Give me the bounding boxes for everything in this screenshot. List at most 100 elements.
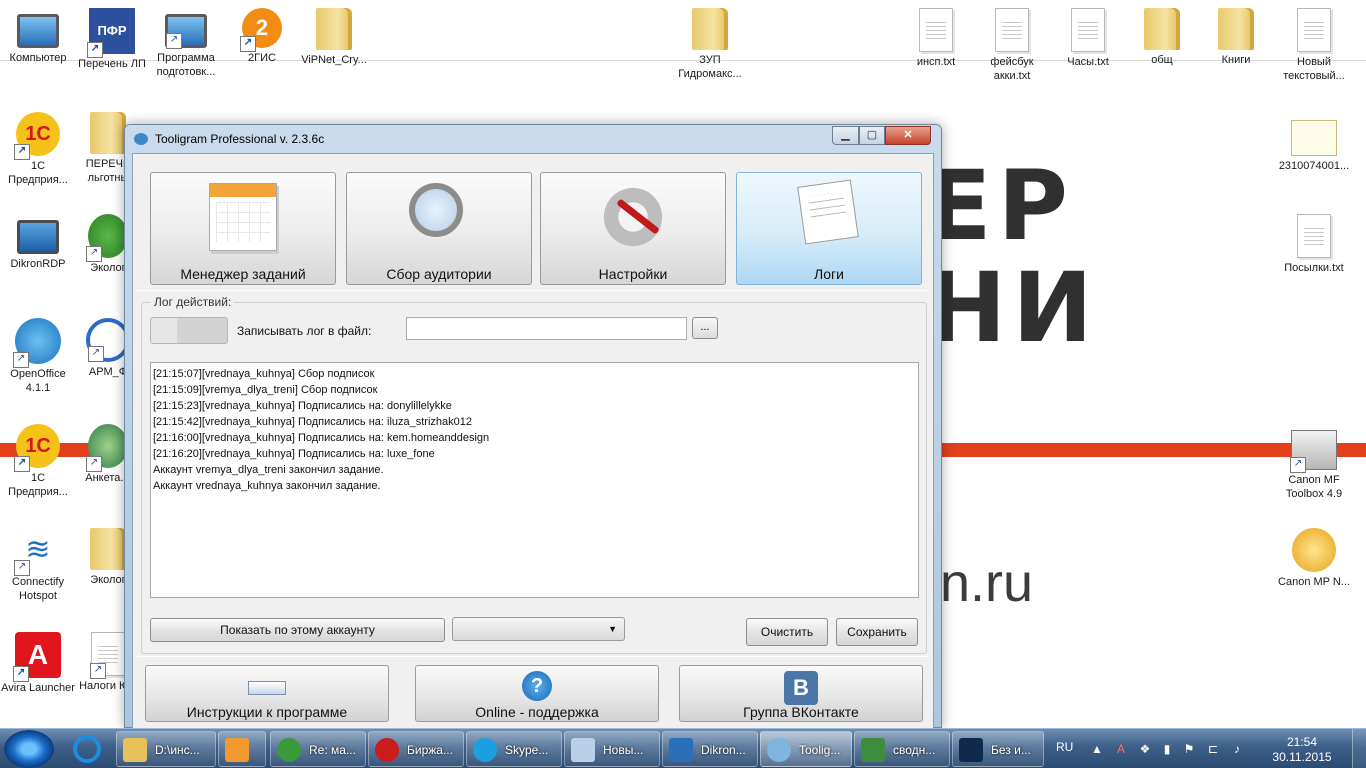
taskbar-item-notepad[interactable]: Новы... <box>564 731 660 767</box>
action-center-flag-icon[interactable]: ⚑ <box>1182 742 1196 756</box>
tab-task-manager[interactable]: Менеджер заданий <box>150 172 336 285</box>
task-calendar-icon <box>209 183 277 251</box>
canon-icon <box>1292 528 1336 572</box>
taskbar-item-label: Skype... <box>505 743 549 757</box>
log-textarea[interactable]: [21:15:07][vrednaya_kuhnya] Сбор подписо… <box>150 362 919 598</box>
desktop-icon-label: Новый текстовый... <box>1283 56 1345 82</box>
form-icon <box>86 424 128 472</box>
taskbar-item-media[interactable] <box>218 731 266 767</box>
save-button[interactable]: Сохранить <box>836 618 918 646</box>
desktop-icon-label: общ <box>1151 54 1173 66</box>
taskbar-item-opera[interactable]: Биржа... <box>368 731 464 767</box>
1c-icon: 1С <box>14 424 60 472</box>
desktop-icon-1c-1[interactable]: 1С 1С Предприя... <box>0 112 76 187</box>
wallpaper-text-line2: НИ <box>926 252 1099 364</box>
photoshop-icon <box>959 738 983 762</box>
media-player-icon <box>225 738 249 762</box>
account-select[interactable]: ▼ <box>452 617 625 641</box>
desktop-icon-label: Компьютер <box>9 52 67 64</box>
instructions-button[interactable]: Инструкции к программе <box>145 665 389 722</box>
taskbar-item-label: Re: ма... <box>309 743 356 757</box>
desktop-icon-avira[interactable]: A Avira Launcher <box>0 632 76 695</box>
text-file-icon <box>1071 8 1105 52</box>
taskbar-item-skype[interactable]: Skype... <box>466 731 562 767</box>
tabs-separator <box>137 290 929 291</box>
show-by-account-button[interactable]: Показать по этому аккаунту <box>150 618 445 642</box>
text-file-icon <box>919 8 953 52</box>
log-to-file-toggle[interactable] <box>150 317 228 344</box>
desktop-icon-zup[interactable]: ЗУП Гидромакс... <box>672 8 748 81</box>
online-support-button[interactable]: ? Online - поддержка <box>415 665 659 722</box>
window-titlebar[interactable]: Tooligram Professional v. 2.3.6c ▁ ▢ ✕ <box>125 125 941 153</box>
desktop-icon-vipnet[interactable]: ViPNet_Cry... <box>296 8 372 67</box>
clear-button[interactable]: Очистить <box>746 618 828 646</box>
avira-tray-icon[interactable]: A <box>1114 742 1128 756</box>
tab-audience[interactable]: Сбор аудитории <box>346 172 532 285</box>
taskbar-item-chrome[interactable]: Re: ма... <box>270 731 366 767</box>
desktop-icon-label: Перечень ЛП <box>78 58 146 70</box>
tab-label: Менеджер заданий <box>180 266 306 282</box>
desktop-icon-obsh[interactable]: общ <box>1124 8 1200 67</box>
vk-group-label: Группа ВКонтакте <box>743 704 859 720</box>
show-desktop-button[interactable] <box>1352 729 1366 768</box>
desktop-icon-1c-2[interactable]: 1С 1С Предприя... <box>0 424 76 499</box>
desktop-icon-computer[interactable]: Компьютер <box>0 8 76 65</box>
minimize-button[interactable]: ▁ <box>832 126 859 145</box>
taskbar: D:\инс... Re: ма... Биржа... Skype... Но… <box>0 728 1366 768</box>
browse-file-button[interactable]: ... <box>692 317 718 339</box>
network-icon[interactable]: ▮ <box>1160 742 1174 756</box>
desktop-icon-canon-mp[interactable]: Canon MP N... <box>1276 528 1352 589</box>
taskbar-item-label: D:\инс... <box>155 743 200 757</box>
desktop-icon-new-text[interactable]: Новый текстовый... <box>1276 8 1352 83</box>
tooligram-window: Tooligram Professional v. 2.3.6c ▁ ▢ ✕ М… <box>124 124 942 729</box>
desktop-icon-label: Программа подготовк... <box>156 52 216 78</box>
tab-logs[interactable]: Логи <box>736 172 922 285</box>
desktop-icon-facebook-txt[interactable]: фейсбук акки.txt <box>974 8 1050 83</box>
desktop-icon-knigi[interactable]: Книги <box>1198 8 1274 67</box>
folder-icon <box>123 738 147 762</box>
taskbar-item-rdp[interactable]: Dikron... <box>662 731 758 767</box>
folder-icon <box>1218 8 1254 50</box>
desktop-icon-insp-txt[interactable]: инсп.txt <box>898 8 974 69</box>
desktop-icon-2gis[interactable]: 2 2ГИС <box>224 8 300 65</box>
start-button[interactable] <box>4 730 54 768</box>
desktop-icon-posylki-txt[interactable]: Посылки.txt <box>1276 214 1352 275</box>
taskbar-item-label: Dikron... <box>701 743 746 757</box>
taskbar-item-tooligram[interactable]: Toolig... <box>760 731 852 767</box>
taskbar-item-explorer[interactable]: D:\инс... <box>116 731 216 767</box>
expand-tray-icon[interactable]: ▲ <box>1090 742 1104 756</box>
taskbar-item-photoshop[interactable]: Без и... <box>952 731 1044 767</box>
clock-time[interactable]: 21:54 <box>1268 735 1336 749</box>
volume-icon[interactable]: ♪ <box>1230 742 1244 756</box>
avira-icon: A <box>13 632 61 682</box>
tab-settings[interactable]: Настройки <box>540 172 726 285</box>
usb-device-icon[interactable]: ⊏ <box>1206 742 1220 756</box>
desktop-icon-programma[interactable]: Программа подготовк... <box>148 8 224 79</box>
clock-date[interactable]: 30.11.2015 <box>1268 750 1336 764</box>
desktop-icon-openoffice[interactable]: OpenOffice 4.1.1 <box>0 318 76 395</box>
help-icon: ? <box>522 671 552 701</box>
computer-icon <box>17 14 59 48</box>
close-button[interactable]: ✕ <box>885 126 931 145</box>
desktop-icon-perechen-lp[interactable]: ПФР Перечень ЛП <box>74 8 150 71</box>
desktop-icon-certificate[interactable]: 2310074001... <box>1276 112 1352 173</box>
desktop-icon-label: OpenOffice 4.1.1 <box>10 368 66 394</box>
taskbar-item-label: Биржа... <box>407 743 453 757</box>
taskbar-item-spreadsheet[interactable]: сводн... <box>854 731 950 767</box>
desktop-icon-connectify[interactable]: ≋ Connectify Hotspot <box>0 528 76 603</box>
desktop-icon-label: 1С Предприя... <box>8 160 68 186</box>
desktop-icon-label: Часы.txt <box>1067 56 1109 68</box>
skype-icon <box>473 738 497 762</box>
dropbox-tray-icon[interactable]: ❖ <box>1138 742 1152 756</box>
log-group-title: Лог действий: <box>151 295 235 309</box>
internet-explorer-icon[interactable] <box>70 734 104 764</box>
2gis-icon: 2 <box>240 8 282 52</box>
desktop-icon-label: 1С Предприя... <box>8 472 68 498</box>
desktop-icon-canon-toolbox[interactable]: Canon MF Toolbox 4.9 <box>1276 424 1352 501</box>
language-indicator[interactable]: RU <box>1056 740 1073 754</box>
log-file-path-input[interactable] <box>406 317 687 340</box>
maximize-button[interactable]: ▢ <box>859 126 885 145</box>
desktop-icon-chasy-txt[interactable]: Часы.txt <box>1050 8 1126 69</box>
desktop-icon-dikronrdp[interactable]: DikronRDP <box>0 214 76 271</box>
vk-group-button[interactable]: B Группа ВКонтакте <box>679 665 923 722</box>
